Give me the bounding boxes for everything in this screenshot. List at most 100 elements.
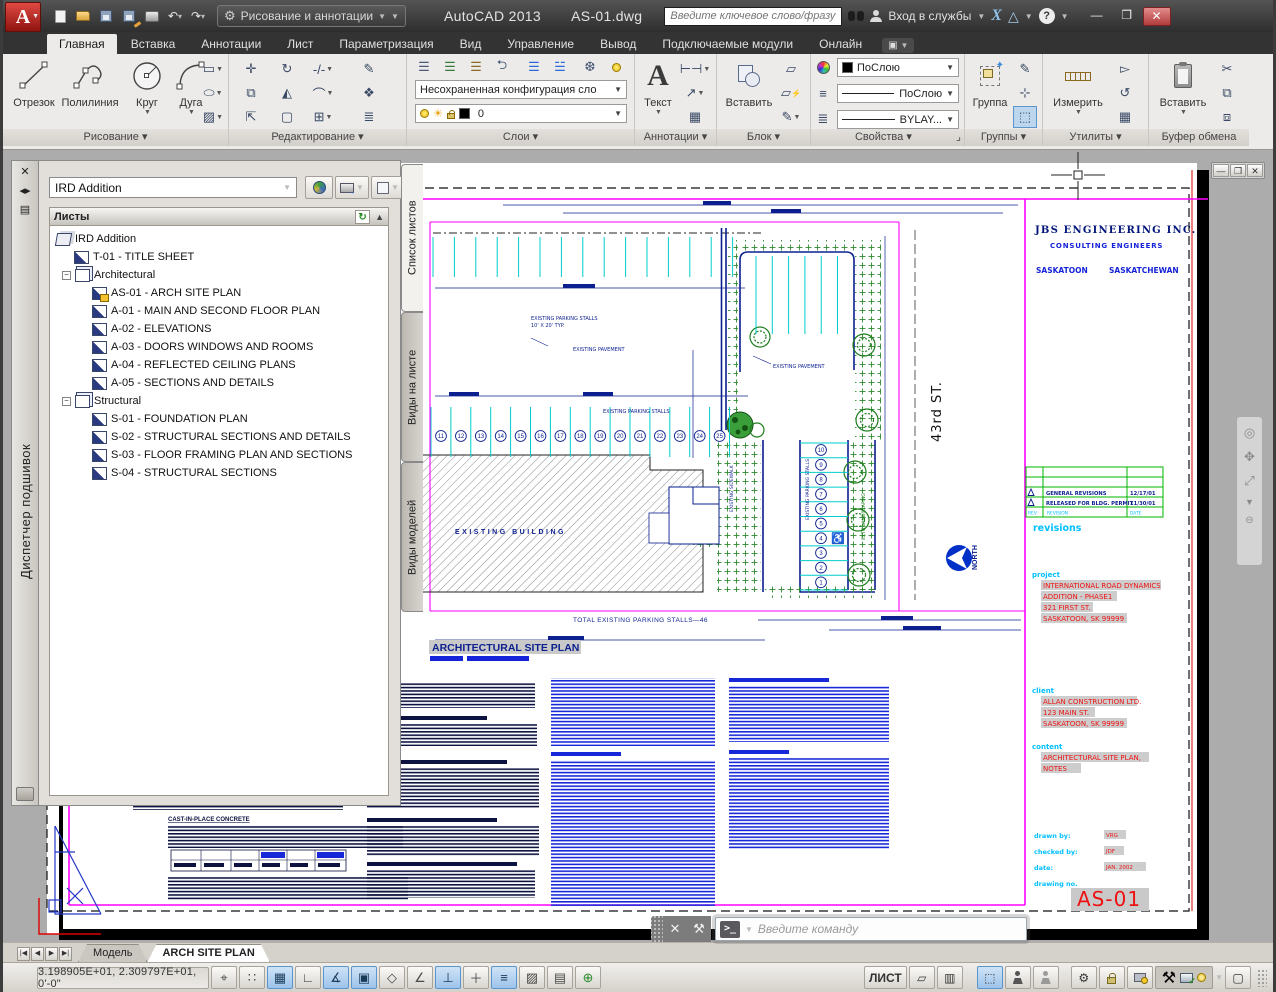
customization-icon[interactable]: ⚒ [1162,968,1176,988]
layer-state-combo[interactable]: Несохраненная конфигурация сло▼ [415,80,627,99]
annotation-visibility-icon[interactable] [1005,966,1031,989]
maximize-button[interactable]: ❐ [1113,7,1141,26]
exchange-apps-icon[interactable]: X [991,7,1002,25]
object-color-combo[interactable]: ПоСлою▼ [837,58,959,77]
infer-constraints-toggle[interactable]: ⌖ [211,966,237,989]
panel-label-draw[interactable]: Рисование ▾ [3,129,228,146]
object-snap-tracking-toggle[interactable]: ∠ [407,966,433,989]
ungroup-icon[interactable]: ✎ [1013,58,1037,80]
tab-annotate[interactable]: Аннотации [189,34,273,54]
stretch-icon[interactable]: ⇱ [239,106,263,128]
next-layout-icon[interactable]: ▶ [45,947,58,961]
object-snap-toggle[interactable]: ▣ [351,966,377,989]
tree-item-subset-architectural[interactable]: −Architectural [50,266,388,284]
sheets-section-header[interactable]: Листы ↻ ▲ [49,207,389,226]
application-menu-button[interactable]: A▼ [5,2,41,32]
annotation-scale-icon[interactable]: ⬚ [977,966,1003,989]
plot-icon[interactable] [143,8,161,24]
zoom-icon[interactable]: ⤢ [1244,473,1254,489]
first-layout-icon[interactable]: |◀ [17,947,30,961]
resize-grip[interactable] [1257,969,1267,987]
cut-icon[interactable]: ✂ [1215,58,1239,80]
doc-restore-button[interactable]: ❐ [1230,164,1246,177]
3d-object-snap-toggle[interactable]: ◇ [379,966,405,989]
insert-block-button[interactable]: Вставить [723,56,775,109]
tab-model-views[interactable]: Виды моделей [401,462,423,612]
linetype-list-icon[interactable]: ≣ [813,108,833,130]
paste-special-icon[interactable]: ⧈ [1215,106,1239,128]
drawing-area[interactable]: 1112131415161718192021222324251098765432… [3,150,1276,942]
tray-settings-icon[interactable]: ▼ [1215,973,1223,982]
layer-properties-icon[interactable]: ☰ [413,56,435,78]
command-customize-icon[interactable]: ⚒ [687,916,711,942]
tree-item-sheet[interactable]: A-05 - SECTIONS AND DETAILS [50,374,388,392]
array-icon[interactable]: ⊞▼ [311,106,335,128]
scale-icon[interactable]: ▢ [275,106,299,128]
toolbar-options-icon[interactable]: ▼ [391,12,399,21]
navbar-dropdown-icon[interactable]: ▼ [1245,497,1254,507]
circle-button[interactable]: Круг▼ [125,56,169,116]
ortho-mode-toggle[interactable]: ∟ [295,966,321,989]
group-selection-toggle-icon[interactable]: ⬚ [1013,106,1037,128]
tree-item-sheet[interactable]: S-04 - STRUCTURAL SECTIONS [50,464,388,482]
snap-mode-toggle[interactable]: ∷ [239,966,265,989]
panel-label-properties[interactable]: Свойства ▾ ⌟ [811,129,964,146]
lineweight-display-toggle[interactable]: ≡ [491,966,517,989]
tab-sheet-list[interactable]: Список листов [401,164,423,312]
tree-item-sheetset-root[interactable]: IRD Addition [50,230,388,248]
copy-clip-icon[interactable]: ⧉ [1215,82,1239,104]
leader-icon[interactable]: ↗▼ [683,82,707,104]
tree-item-sheet[interactable]: A-04 - REFLECTED CEILING PLANS [50,356,388,374]
coordinates-readout[interactable]: 3.198905E+01, 2.309797E+01, 0'-0" [37,967,209,989]
table-icon[interactable]: ▦ [683,106,707,128]
publish-to-web-button[interactable] [305,176,333,199]
search-input[interactable] [664,7,842,26]
workspace-switching-icon[interactable]: ⚙ [1071,966,1097,989]
panel-label-utilities[interactable]: Утилиты ▾ [1043,129,1148,146]
hatch-tool-icon[interactable]: ▨▼ [201,106,225,128]
save-icon[interactable] [97,8,115,24]
block-editor-icon[interactable]: ✎▼ [779,106,803,128]
dialog-launcher-icon[interactable]: ⌟ [956,129,961,145]
tab-insert[interactable]: Вставка [119,34,188,54]
undo-icon[interactable]: ↶▾ [166,8,184,24]
quick-calc-icon[interactable]: ↺ [1113,82,1137,104]
ellipse-tool-icon[interactable]: ⬭▼ [201,82,225,104]
group-button[interactable]: Группа [969,56,1011,109]
layer-off-icon[interactable]: ☱ [549,56,571,78]
tree-item-subset-structural[interactable]: −Structural [50,392,388,410]
tab-layout[interactable]: Лист [275,34,325,54]
layer-walk-icon[interactable] [605,56,627,78]
new-drawing-icon[interactable] [51,8,69,24]
layer-isolate-icon[interactable]: ☰ [465,56,487,78]
pan-icon[interactable]: ✥ [1244,449,1255,465]
dynamic-ucs-toggle[interactable]: ⊥ [435,966,461,989]
save-as-icon[interactable] [120,8,138,24]
panel-label-block[interactable]: Блок ▾ [717,129,810,146]
tree-item-sheet[interactable]: A-03 - DOORS WINDOWS AND ROOMS [50,338,388,356]
collapse-toggle-icon[interactable]: − [62,397,71,406]
quick-properties-toggle[interactable]: ▤ [547,966,573,989]
measure-button[interactable]: Измерить▼ [1049,56,1107,116]
steering-wheel-icon[interactable]: ◎ [1244,425,1255,441]
paste-button[interactable]: Вставить▼ [1157,56,1209,116]
create-block-icon[interactable]: ▱ [779,58,803,80]
offset-icon[interactable]: ≣ [357,106,381,128]
mirror-icon[interactable]: ◭ [275,82,299,104]
tab-model[interactable]: Модель [78,944,147,962]
move-icon[interactable]: ✛ [239,58,263,80]
tab-view[interactable]: Вид [448,34,494,54]
panel-label-layers[interactable]: Слои ▾ [407,129,634,146]
tab-manage[interactable]: Управление [495,34,586,54]
polar-tracking-toggle[interactable]: ∡ [323,966,349,989]
dimension-icon[interactable]: ⊢⊣▼ [683,58,707,80]
transparency-toggle[interactable]: ▨ [519,966,545,989]
prev-layout-icon[interactable]: ◀ [31,947,44,961]
dynamic-input-toggle[interactable]: ＋ [463,966,489,989]
erase-icon[interactable]: ✎ [357,58,381,80]
explode-icon[interactable]: ❖ [357,82,381,104]
search-icon[interactable] [848,11,864,21]
match-properties-icon[interactable] [813,56,833,78]
rectangle-tool-icon[interactable]: ▭▼ [201,58,225,80]
recent-commands-icon[interactable]: ▼ [745,925,753,934]
